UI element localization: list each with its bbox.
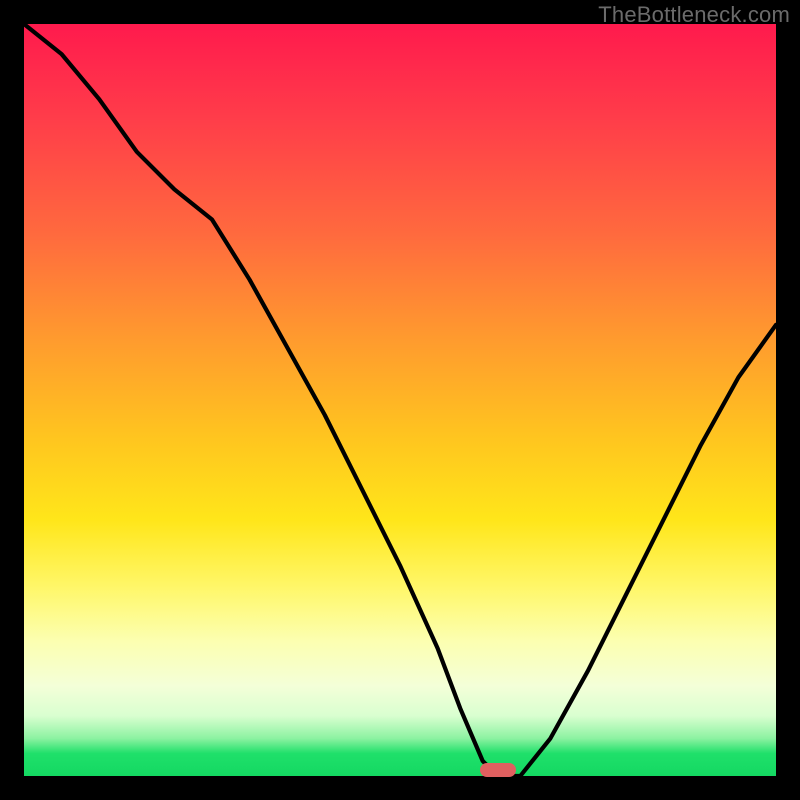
optimal-marker: [480, 763, 516, 777]
bottleneck-curve: [24, 24, 776, 776]
chart-frame: TheBottleneck.com: [0, 0, 800, 800]
curve-path: [24, 24, 776, 776]
plot-area: [24, 24, 776, 776]
